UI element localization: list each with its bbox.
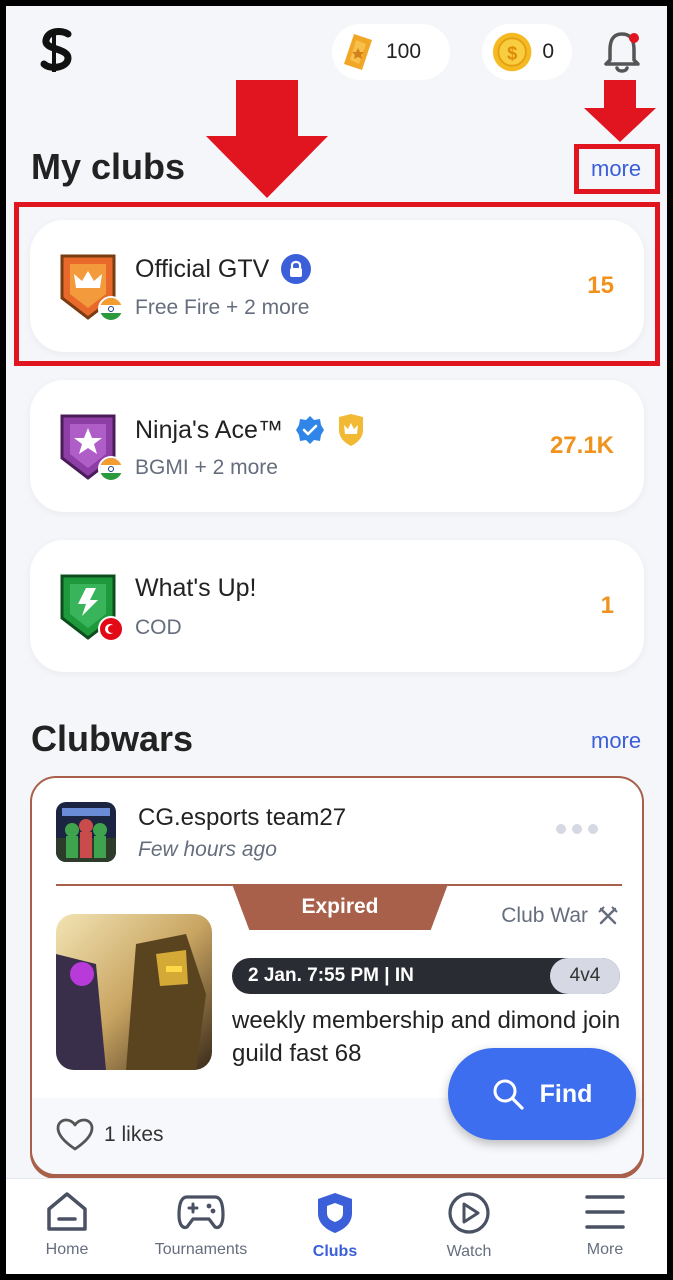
club-name-text: Ninja's Ace™ — [135, 415, 283, 444]
tickets-count: 100 — [386, 40, 422, 63]
options-dots-icon[interactable] — [556, 824, 598, 834]
find-button-label: Find — [539, 1079, 593, 1108]
play-circle-icon — [448, 1192, 490, 1234]
war-date: 2 Jan. 7:55 PM | IN — [248, 965, 414, 986]
home-icon — [47, 1192, 87, 1231]
nav-tournaments[interactable]: Tournaments — [136, 1191, 266, 1259]
annotation-arrow-down — [206, 80, 328, 198]
app-screen: 100 $ 0 My clubs more Official GTV Free … — [6, 6, 667, 1274]
my-clubs-more-link[interactable]: more — [591, 156, 641, 182]
clubwars-more-link[interactable]: more — [591, 728, 641, 754]
verified-icon — [295, 416, 324, 444]
club-card-whats-up[interactable]: What's Up! COD 1 — [30, 540, 644, 672]
club-member-count: 27.1K — [549, 432, 614, 459]
gtv-logo-icon[interactable] — [40, 28, 76, 74]
war-thumbnail — [56, 914, 212, 1070]
team-avatar — [56, 802, 116, 862]
club-name: What's Up! — [135, 574, 256, 603]
heart-icon — [56, 1118, 94, 1151]
club-name-text: What's Up! — [135, 574, 257, 602]
nav-watch-label: Watch — [446, 1243, 492, 1260]
coins-count: 0 — [542, 40, 554, 63]
lock-icon — [281, 254, 312, 284]
nav-tournaments-label: Tournaments — [154, 1241, 248, 1258]
nav-home-label: Home — [45, 1241, 89, 1258]
club-card-ninjas-ace[interactable]: Ninja's Ace™ BGMI + 2 more 27.1K — [30, 380, 644, 512]
club-name-text: Official GTV — [135, 254, 270, 283]
mode-chip: 4v4 — [550, 958, 620, 994]
ticket-icon — [344, 34, 372, 70]
bell-icon[interactable] — [602, 28, 642, 74]
india-flag-icon — [98, 296, 124, 322]
nav-home[interactable]: Home — [6, 1191, 132, 1259]
turkey-flag-icon — [98, 616, 124, 642]
coin-icon: $ — [492, 32, 532, 72]
nav-clubs[interactable]: Clubs — [270, 1191, 400, 1261]
club-name: Official GTV — [135, 254, 312, 284]
my-clubs-title: My clubs — [31, 146, 186, 187]
india-flag-icon — [98, 456, 124, 482]
war-type: Club War — [501, 904, 618, 928]
date-bar: 2 Jan. 7:55 PM | IN 4v4 — [232, 958, 620, 994]
post-time: Few hours ago — [138, 838, 277, 861]
gold-shield-crown-icon — [338, 414, 363, 446]
clubs-shield-icon — [318, 1193, 352, 1233]
nav-clubs-label: Clubs — [312, 1243, 358, 1260]
find-button[interactable]: Find — [448, 1048, 636, 1140]
tickets-pill[interactable]: 100 — [332, 24, 450, 80]
like-button[interactable]: 1 likes — [56, 1118, 164, 1152]
gamepad-icon — [177, 1195, 225, 1230]
annotation-arrow-down-small — [584, 80, 656, 142]
svg-text:$: $ — [507, 42, 517, 63]
menu-icon — [585, 1195, 625, 1229]
club-member-count: 15 — [587, 272, 614, 299]
club-name: Ninja's Ace™ — [135, 414, 365, 446]
crossed-swords-icon — [598, 906, 618, 925]
nav-more-label: More — [586, 1241, 624, 1258]
club-games: Free Fire + 2 more — [135, 296, 310, 319]
bottom-navigation: Home Tournaments Clubs Watch More — [6, 1178, 667, 1274]
clubwars-title: Clubwars — [31, 718, 194, 759]
status-badge: Expired — [232, 884, 448, 930]
club-member-count: 1 — [600, 592, 614, 619]
club-games: BGMI + 2 more — [135, 456, 278, 479]
club-games: COD — [135, 616, 182, 639]
war-type-label: Club War — [501, 904, 588, 927]
nav-more[interactable]: More — [540, 1191, 667, 1259]
nav-watch[interactable]: Watch — [404, 1191, 534, 1261]
team-name: CG.esports team27 — [138, 804, 347, 831]
coins-pill[interactable]: $ 0 — [482, 24, 572, 80]
search-icon — [493, 1079, 524, 1110]
likes-count: 1 likes — [104, 1123, 164, 1146]
club-card-official-gtv[interactable]: Official GTV Free Fire + 2 more 15 — [30, 220, 644, 352]
